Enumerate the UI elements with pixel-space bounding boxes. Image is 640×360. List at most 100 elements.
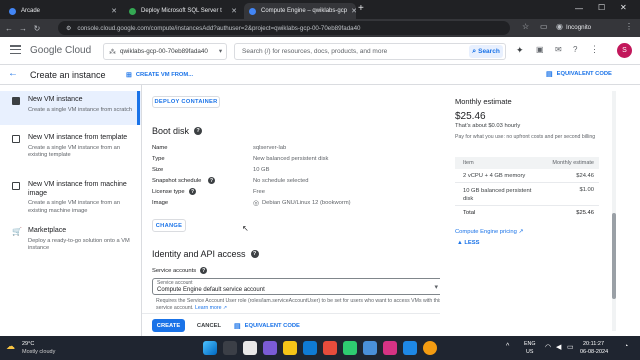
incognito-label[interactable]: Incognito	[566, 24, 591, 31]
chevron-down-icon: ▾	[218, 48, 222, 55]
app-icon[interactable]	[383, 341, 397, 355]
tab-title: Deploy Microsoft SQL Server t	[141, 8, 222, 14]
back-icon[interactable]: ←	[2, 24, 16, 33]
sidebar-item-from-machine-image[interactable]: New VM instance from machine image Creat…	[0, 181, 141, 215]
notifications-bell-icon[interactable]: ◔	[624, 343, 628, 350]
volume-icon[interactable]: ◀	[556, 343, 561, 351]
avatar[interactable]: S	[617, 43, 632, 58]
weather-desc[interactable]: Mostly cloudy	[22, 349, 55, 355]
code-icon: ▤	[546, 71, 553, 78]
help-icon[interactable]: ?	[189, 188, 196, 195]
help-icon[interactable]: ?	[194, 127, 203, 135]
google-cloud-logo[interactable]: Google Cloud	[30, 45, 91, 56]
boot-disk-section-title: Boot disk ?	[152, 126, 203, 136]
app-icon[interactable]	[403, 341, 417, 355]
bookmark-icon[interactable]: ☆	[522, 22, 529, 31]
project-hub-icon: ⁂	[109, 48, 116, 56]
service-account-select[interactable]: Service account Compute Engine default s…	[152, 278, 440, 295]
create-button[interactable]: CREATE	[152, 319, 185, 332]
sidebar-item-new-vm[interactable]: New VM instance Create a single VM insta…	[0, 96, 141, 114]
close-tab-icon[interactable]: ✕	[347, 7, 356, 15]
edge-browser-icon[interactable]	[303, 341, 317, 355]
close-tab-icon[interactable]: ✕	[107, 7, 117, 15]
help-icon[interactable]: ?	[250, 250, 259, 258]
sidepanel-icon[interactable]: ▭	[540, 22, 548, 31]
help-icon[interactable]: ?	[208, 177, 215, 184]
app-icon[interactable]	[363, 341, 377, 355]
browser-tab-bar: Arcade ✕ Deploy Microsoft SQL Server t ✕…	[0, 0, 640, 19]
scrollbar-thumb[interactable]	[612, 213, 616, 299]
forward-icon[interactable]: →	[16, 24, 30, 33]
cancel-button[interactable]: CANCEL	[194, 319, 224, 332]
url-field[interactable]: ⚙ console.cloud.google.com/compute/insta…	[58, 21, 510, 35]
tab-arcade[interactable]: Arcade ✕	[4, 3, 122, 19]
app-icon[interactable]	[343, 341, 357, 355]
task-view-icon[interactable]	[243, 341, 257, 355]
tab-compute-engine[interactable]: Compute Engine – qwiklabs-gcp ✕	[244, 3, 356, 19]
wifi-icon[interactable]: ◠	[545, 343, 551, 351]
battery-icon[interactable]: ▭	[567, 343, 574, 351]
clock-time[interactable]: 20:11:27	[583, 341, 604, 347]
service-account-field-label: Service account	[157, 280, 193, 286]
project-selector[interactable]: ⁂ qwiklabs-gcp-00-70eb89fada40 ▾	[103, 43, 227, 60]
minimize-icon[interactable]: —	[575, 4, 583, 13]
sidebar-item-from-template[interactable]: New VM instance from template Create a s…	[0, 134, 141, 160]
start-windows-icon[interactable]	[203, 341, 217, 355]
project-name: qwiklabs-gcp-00-70eb89fada40	[120, 48, 208, 55]
service-accounts-label-row: Service accounts ?	[152, 267, 208, 274]
estimate-total-row: Total $25.46	[463, 210, 594, 216]
tab-deploy-sql[interactable]: Deploy Microsoft SQL Server t ✕	[124, 3, 242, 19]
region-indicator[interactable]: US	[526, 349, 533, 355]
app-icon[interactable]	[263, 341, 277, 355]
tray-overflow-icon[interactable]: ^	[506, 343, 509, 350]
sidebar-item-desc: Deploy a ready-to-go solution onto a VM …	[28, 237, 130, 252]
less-toggle[interactable]: ▲ LESS	[457, 240, 480, 246]
search-input[interactable]: Search (/) for resources, docs, products…	[234, 43, 506, 60]
pricing-link[interactable]: Compute Engine pricing ↗	[455, 229, 523, 235]
language-indicator[interactable]: ENG	[524, 341, 535, 347]
cloud-shell-icon[interactable]: ▣	[536, 45, 544, 54]
notifications-icon[interactable]: ✉	[555, 45, 562, 54]
tab-title: Arcade	[21, 8, 41, 14]
service-account-value: Compute Engine default service account	[157, 286, 265, 293]
arcade-favicon-icon	[9, 7, 16, 15]
equivalent-code-top-button[interactable]: ▤ EQUIVALENT CODE	[546, 70, 612, 78]
hamburger-menu-icon[interactable]	[10, 45, 21, 55]
site-info-icon[interactable]: ⚙	[66, 25, 71, 32]
change-boot-disk-button[interactable]: CHANGE	[152, 219, 186, 232]
service-account-hint: Requires the Service Account User role (…	[156, 298, 440, 311]
clock-date[interactable]: 06-08-2024	[580, 349, 608, 355]
search-button[interactable]: ⌕ Search	[469, 45, 503, 58]
identity-section-title: Identity and API access ?	[152, 249, 259, 259]
create-vm-from-button[interactable]: ⊞ CREATE VM FROM...	[126, 69, 193, 81]
form-footer: CREATE CANCEL ▤ EQUIVALENT CODE	[142, 313, 440, 336]
search-taskbar-icon[interactable]	[223, 341, 237, 355]
equivalent-code-button[interactable]: ▤ EQUIVALENT CODE	[234, 319, 300, 332]
close-tab-icon[interactable]: ✕	[227, 7, 237, 15]
more-options-icon[interactable]: ⋮	[590, 44, 599, 55]
file-explorer-icon[interactable]	[283, 341, 297, 355]
chrome-browser-icon[interactable]	[423, 341, 437, 355]
code-icon: ▤	[234, 322, 241, 330]
deploy-container-button[interactable]: DEPLOY CONTAINER	[152, 96, 220, 108]
external-link-icon: ↗	[222, 304, 228, 311]
gemini-spark-icon[interactable]: ✦	[516, 45, 524, 56]
new-tab-button[interactable]: +	[358, 3, 364, 14]
app-icon[interactable]	[323, 341, 337, 355]
cloud-favicon-icon	[249, 7, 256, 15]
help-icon[interactable]: ?	[200, 267, 208, 274]
estimate-note: Pay for what you use: no upfront costs a…	[455, 134, 596, 140]
boot-disk-heading: Boot disk	[152, 126, 190, 136]
search-icon: ⌕	[472, 47, 477, 55]
back-arrow-icon[interactable]: ←	[8, 68, 18, 79]
doc-favicon-icon	[129, 7, 136, 15]
estimate-price: $25.46	[455, 111, 486, 122]
learn-more-link[interactable]: Learn more	[195, 305, 222, 311]
close-window-icon[interactable]: ✕	[620, 3, 627, 12]
help-icon[interactable]: ?	[573, 45, 577, 54]
maximize-icon[interactable]: ☐	[598, 3, 605, 12]
sidebar-item-marketplace[interactable]: 🛒 Marketplace Deploy a ready-to-go solut…	[0, 227, 141, 253]
browser-menu-icon[interactable]: ⋮	[625, 22, 633, 31]
reload-icon[interactable]: ↻	[30, 24, 44, 33]
weather-temp[interactable]: 29°C	[22, 341, 34, 347]
